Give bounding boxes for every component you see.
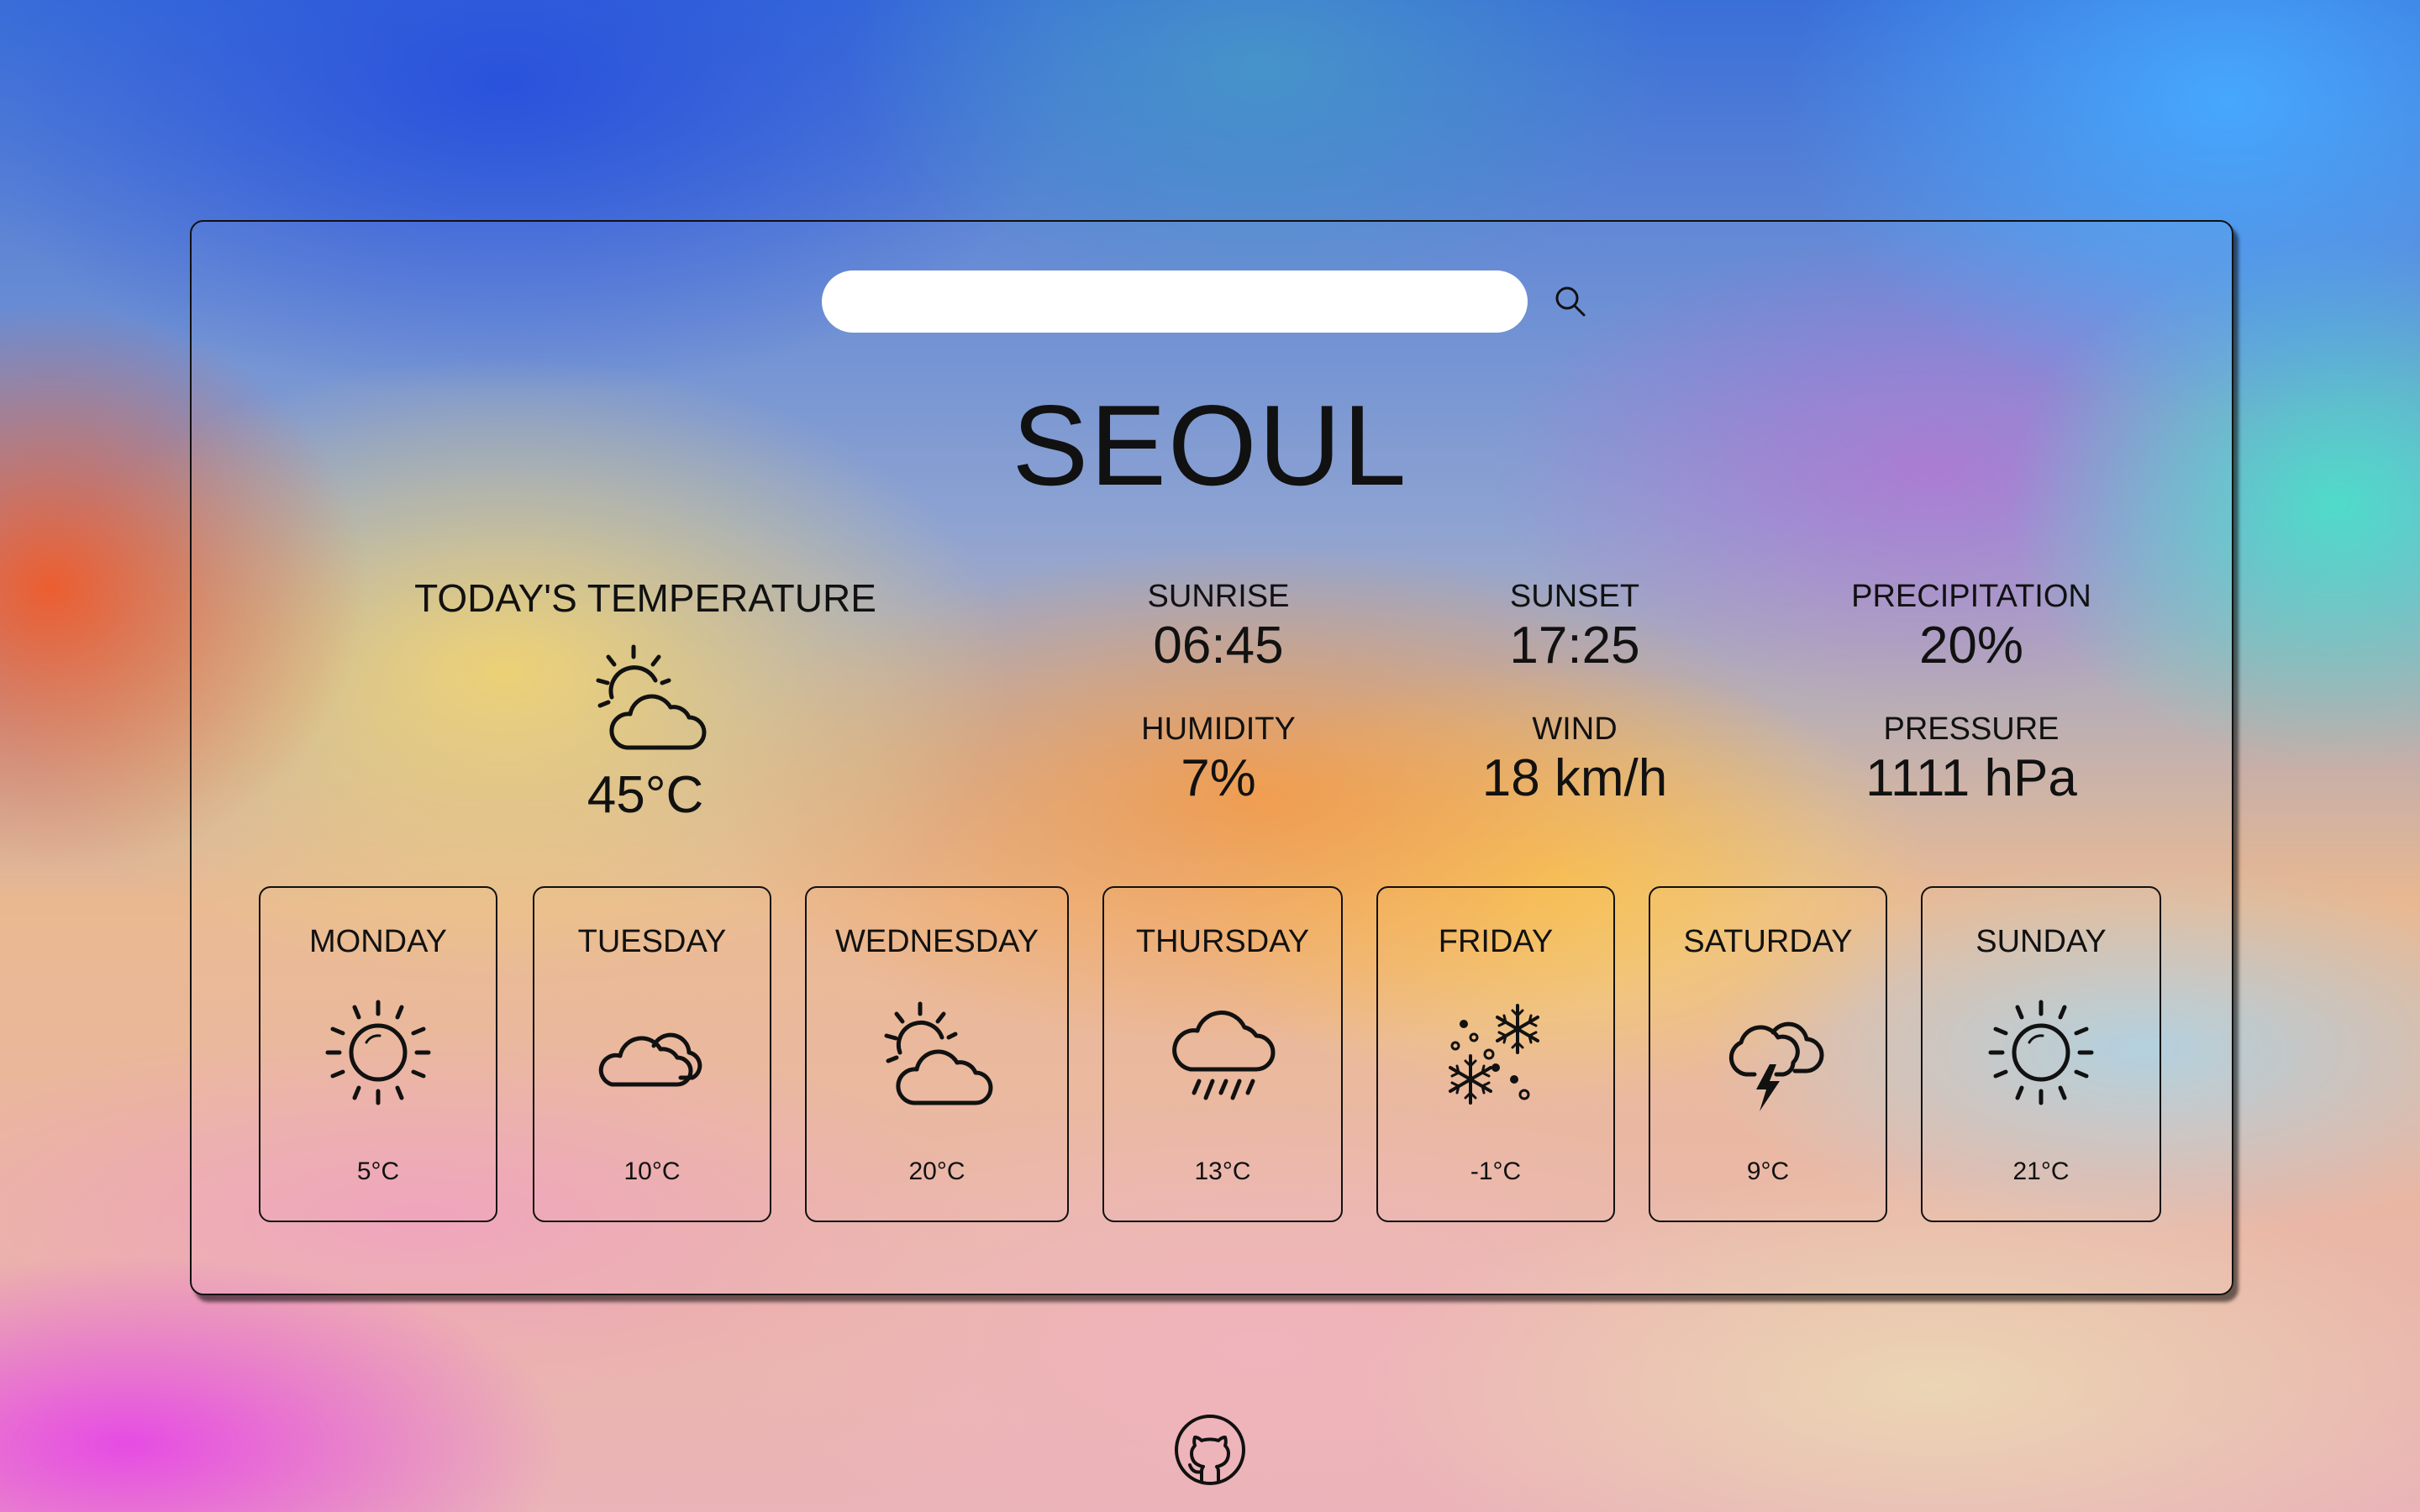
thunderstorm-icon — [1728, 1021, 1824, 1111]
day-name: THURSDAY — [1135, 924, 1310, 959]
forecast-card-wednesday[interactable]: WEDNESDAY 20°C — [805, 886, 1069, 1222]
today-temperature: 45°C — [587, 766, 704, 824]
forecast-card-sunday[interactable]: SUNDAY 21°C — [1921, 886, 2161, 1222]
day-temperature: 10°C — [623, 1158, 681, 1185]
partly-cloudy-icon — [596, 644, 707, 750]
stat-label: PRECIPITATION — [1851, 579, 2091, 614]
stat-value: 18 km/h — [1481, 749, 1668, 807]
stat-pressure: PRESSURE 1111 hPa — [1795, 711, 2148, 810]
day-temperature: 5°C — [356, 1158, 400, 1185]
partly-cloudy-icon — [884, 1001, 993, 1105]
today-section: TODAY'S TEMPERATURE 45°C — [393, 573, 897, 825]
day-name: SATURDAY — [1683, 924, 1853, 959]
forecast-card-saturday[interactable]: SATURDAY 9°C — [1649, 886, 1887, 1222]
stat-value: 17:25 — [1509, 617, 1640, 675]
stat-wind: WIND 18 km/h — [1398, 711, 1751, 810]
day-name: TUESDAY — [577, 924, 727, 959]
city-title: SEOUL — [1012, 381, 1408, 509]
rain-icon — [1172, 1011, 1276, 1100]
cloudy-icon — [598, 1032, 702, 1087]
day-name: MONDAY — [309, 924, 447, 959]
day-temperature: -1°C — [1470, 1158, 1522, 1185]
day-temperature: 21°C — [2012, 1158, 2070, 1185]
day-temperature: 9°C — [1746, 1158, 1790, 1185]
forecast-card-friday[interactable]: FRIDAY -1°C — [1376, 886, 1615, 1222]
stat-precipitation: PRECIPITATION 20% — [1795, 578, 2148, 677]
stat-value: 06:45 — [1153, 617, 1284, 675]
snow-icon — [1449, 1004, 1539, 1105]
sun-icon — [1988, 1000, 2094, 1105]
day-name: FRIDAY — [1438, 924, 1554, 959]
stat-label: SUNRISE — [1147, 579, 1290, 614]
forecast-card-monday[interactable]: MONDAY 5°C — [259, 886, 497, 1222]
stat-sunset: SUNSET 17:25 — [1398, 578, 1751, 677]
stat-label: SUNSET — [1509, 579, 1640, 614]
stat-sunrise: SUNRISE 06:45 — [1042, 578, 1395, 677]
stat-label: PRESSURE — [1883, 711, 2060, 747]
forecast-card-thursday[interactable]: THURSDAY 13°C — [1102, 886, 1343, 1222]
github-icon[interactable] — [1173, 1413, 1247, 1487]
search-input[interactable] — [822, 270, 1528, 333]
stat-value: 7% — [1181, 749, 1256, 807]
search-icon[interactable] — [1551, 282, 1590, 321]
stat-label: WIND — [1532, 711, 1618, 747]
today-label: TODAY'S TEMPERATURE — [414, 576, 876, 620]
stat-value: 1111 hPa — [1865, 749, 2077, 807]
day-temperature: 13°C — [1194, 1158, 1251, 1185]
forecast-card-tuesday[interactable]: TUESDAY 10°C — [533, 886, 771, 1222]
day-temperature: 20°C — [908, 1158, 965, 1185]
sun-icon — [325, 1000, 431, 1105]
stat-humidity: HUMIDITY 7% — [1042, 711, 1395, 810]
day-name: SUNDAY — [1975, 924, 2107, 959]
stat-value: 20% — [1918, 617, 2024, 675]
day-name: WEDNESDAY — [834, 924, 1039, 959]
stat-label: HUMIDITY — [1141, 711, 1296, 747]
